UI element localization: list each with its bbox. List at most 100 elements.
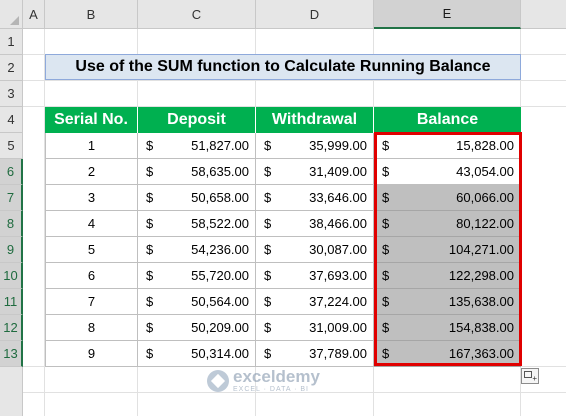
watermark-text: exceldemy EXCEL · DATA · BI [233,368,320,394]
serial-cell[interactable]: 5 [45,237,138,263]
serial-value: 5 [87,242,96,257]
deposit-cell[interactable]: $50,314.00 [138,341,256,367]
balance-cell[interactable]: $122,298.00 [374,263,521,289]
serial-value: 7 [87,294,96,309]
header-serial-no[interactable]: Serial No. [45,107,138,133]
balance-cell[interactable]: $80,122.00 [374,211,521,237]
deposit-cell[interactable]: $50,209.00 [138,315,256,341]
balance-value: 43,054.00 [456,164,514,179]
currency-symbol: $ [146,268,154,283]
serial-cell[interactable]: 2 [45,159,138,185]
currency-symbol: $ [264,164,272,179]
balance-cell[interactable]: $15,828.00 [374,133,521,159]
header-balance[interactable]: Balance [374,107,521,133]
sheet-title[interactable]: Use of the SUM function to Calculate Run… [45,54,521,80]
withdrawal-cell[interactable]: $31,409.00 [256,159,374,185]
deposit-cell[interactable]: $50,658.00 [138,185,256,211]
deposit-cell[interactable]: $51,827.00 [138,133,256,159]
column-header-c[interactable]: C [138,0,256,29]
serial-value: 1 [87,138,96,153]
balance-cell[interactable]: $167,363.00 [374,341,521,367]
row-header-9[interactable]: 9 [0,237,23,263]
balance-value: 135,638.00 [448,294,514,309]
currency-symbol: $ [146,164,154,179]
serial-cell[interactable]: 4 [45,211,138,237]
serial-cell[interactable]: 9 [45,341,138,367]
withdrawal-cell[interactable]: $33,646.00 [256,185,374,211]
row-header-13[interactable]: 13 [0,341,23,367]
currency-symbol: $ [264,138,272,153]
serial-value: 2 [87,164,96,179]
currency-symbol: $ [382,190,390,205]
column-header-a[interactable]: A [23,0,45,29]
withdrawal-cell[interactable]: $38,466.00 [256,211,374,237]
serial-value: 4 [87,216,96,231]
row-header-11[interactable]: 11 [0,289,23,315]
watermark-tagline: EXCEL · DATA · BI [233,386,309,393]
watermark: exceldemy EXCEL · DATA · BI [207,368,320,394]
deposit-cell[interactable]: $54,236.00 [138,237,256,263]
row-header-4[interactable]: 4 [0,107,23,133]
serial-value: 8 [87,320,96,335]
serial-cell[interactable]: 7 [45,289,138,315]
balance-cell[interactable]: $104,271.00 [374,237,521,263]
withdrawal-cell[interactable]: $37,693.00 [256,263,374,289]
select-all-icon [10,16,19,25]
column-header-e[interactable]: E [374,0,521,29]
deposit-value: 50,314.00 [191,346,249,361]
header-deposit[interactable]: Deposit [138,107,256,133]
serial-cell[interactable]: 3 [45,185,138,211]
currency-symbol: $ [264,294,272,309]
balance-value: 154,838.00 [448,320,514,335]
select-all-button[interactable] [0,0,23,29]
withdrawal-cell[interactable]: $37,224.00 [256,289,374,315]
serial-cell[interactable]: 1 [45,133,138,159]
row-header-12[interactable]: 12 [0,315,23,341]
deposit-cell[interactable]: $55,720.00 [138,263,256,289]
withdrawal-cell[interactable]: $35,999.00 [256,133,374,159]
withdrawal-value: 37,693.00 [309,268,367,283]
currency-symbol: $ [146,190,154,205]
deposit-cell[interactable]: $50,564.00 [138,289,256,315]
currency-symbol: $ [382,268,390,283]
column-header-d[interactable]: D [256,0,374,29]
row-header-2[interactable]: 2 [0,55,23,81]
quick-analysis-button[interactable]: + [521,368,539,384]
withdrawal-value: 38,466.00 [309,216,367,231]
serial-cell[interactable]: 6 [45,263,138,289]
currency-symbol: $ [146,138,154,153]
currency-symbol: $ [382,294,390,309]
balance-cell[interactable]: $154,838.00 [374,315,521,341]
deposit-cell[interactable]: $58,635.00 [138,159,256,185]
currency-symbol: $ [382,346,390,361]
currency-symbol: $ [382,164,390,179]
withdrawal-cell[interactable]: $31,009.00 [256,315,374,341]
row-header-7[interactable]: 7 [0,185,23,211]
quick-analysis-bolt-icon: + [532,374,537,383]
balance-value: 167,363.00 [448,346,514,361]
column-header-b[interactable]: B [45,0,138,29]
row-header-3[interactable]: 3 [0,81,23,107]
row-header-6[interactable]: 6 [0,159,23,185]
withdrawal-cell[interactable]: $30,087.00 [256,237,374,263]
withdrawal-cell[interactable]: $37,789.00 [256,341,374,367]
row-header-1[interactable]: 1 [0,29,23,55]
balance-cell[interactable]: $43,054.00 [374,159,521,185]
column-header-f[interactable] [521,0,566,29]
serial-cell[interactable]: 8 [45,315,138,341]
balance-value: 104,271.00 [448,242,514,257]
gridline [23,80,566,81]
deposit-cell[interactable]: $58,522.00 [138,211,256,237]
balance-value: 60,066.00 [456,190,514,205]
row-header-5[interactable]: 5 [0,133,23,159]
row-header-10[interactable]: 10 [0,263,23,289]
withdrawal-value: 31,009.00 [309,320,367,335]
balance-value: 15,828.00 [456,138,514,153]
row-header-14[interactable] [0,367,23,416]
balance-cell[interactable]: $60,066.00 [374,185,521,211]
row-header-8[interactable]: 8 [0,211,23,237]
balance-cell[interactable]: $135,638.00 [374,289,521,315]
watermark-name: exceldemy [233,367,320,386]
currency-symbol: $ [382,216,390,231]
header-withdrawal[interactable]: Withdrawal [256,107,374,133]
